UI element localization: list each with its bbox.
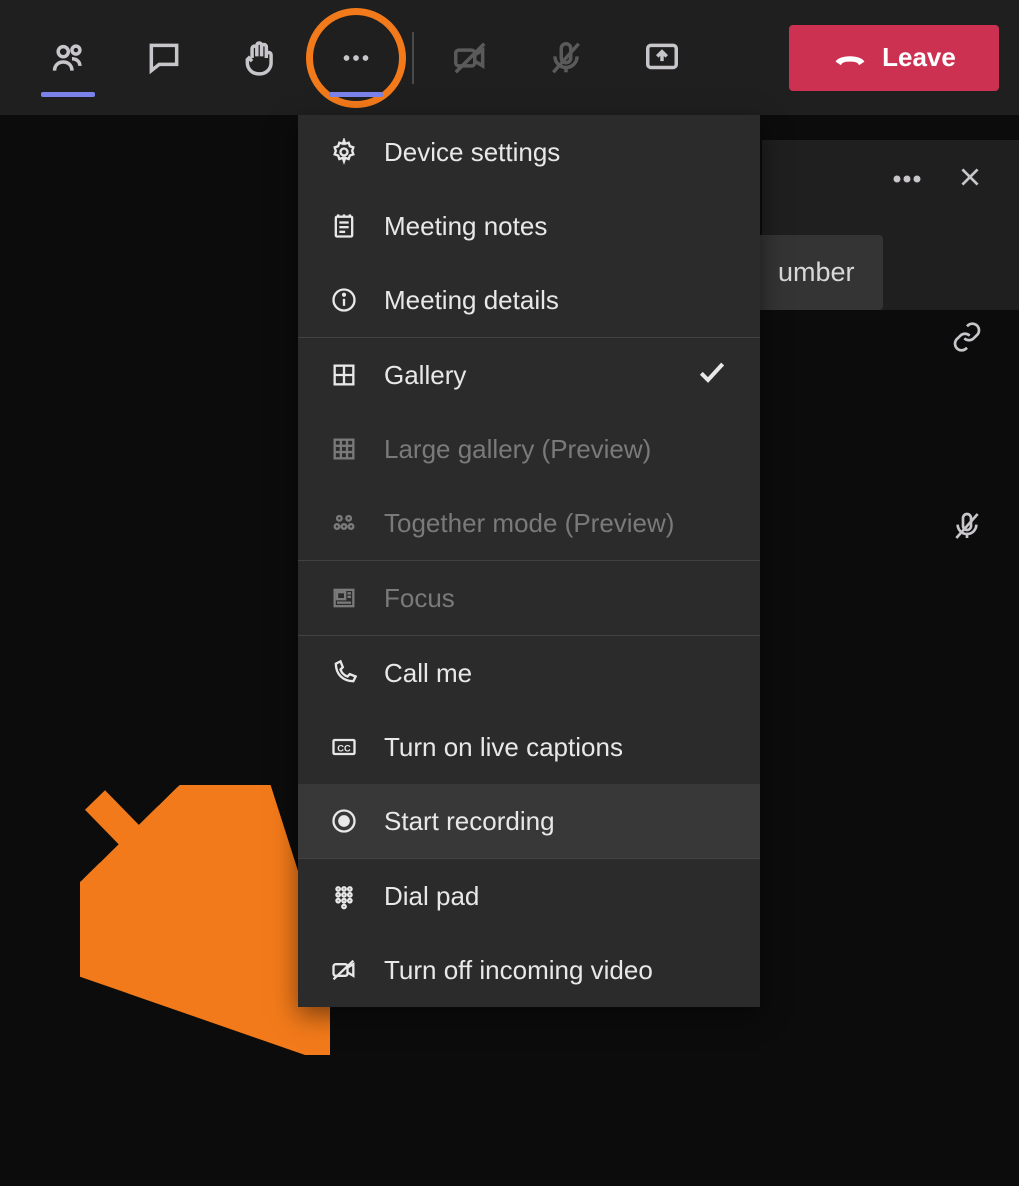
share-screen-button[interactable] (614, 0, 710, 115)
side-panel-header (762, 140, 1019, 207)
side-panel: umber (762, 140, 1019, 310)
menu-label: Call me (384, 658, 472, 689)
info-icon (330, 286, 358, 314)
menu-gallery[interactable]: Gallery (298, 338, 760, 412)
menu-label: Meeting details (384, 285, 559, 316)
partial-text[interactable]: umber (750, 235, 883, 310)
together-icon (330, 509, 358, 537)
menu-label: Turn off incoming video (384, 955, 653, 986)
close-icon[interactable] (957, 164, 983, 195)
menu-turn-off-incoming-video[interactable]: Turn off incoming video (298, 933, 760, 1007)
record-icon (330, 807, 358, 835)
svg-text:CC: CC (337, 744, 351, 754)
notes-icon (330, 212, 358, 240)
menu-label: Meeting notes (384, 211, 547, 242)
gallery-icon (330, 361, 358, 389)
menu-large-gallery: Large gallery (Preview) (298, 412, 760, 486)
more-actions-menu: Device settings Meeting notes Meeting de… (298, 115, 760, 1007)
leave-label: Leave (882, 42, 956, 73)
people-button[interactable] (20, 0, 116, 115)
dialpad-icon (330, 882, 358, 910)
menu-meeting-notes[interactable]: Meeting notes (298, 189, 760, 263)
cc-icon: CC (330, 733, 358, 761)
menu-label: Together mode (Preview) (384, 508, 674, 539)
menu-device-settings[interactable]: Device settings (298, 115, 760, 189)
leave-button[interactable]: Leave (789, 25, 999, 91)
mic-off-button[interactable] (518, 0, 614, 115)
menu-focus: Focus (298, 561, 760, 635)
participant-mic-muted-icon (951, 510, 983, 547)
menu-live-captions[interactable]: CC Turn on live captions (298, 710, 760, 784)
menu-label: Turn on live captions (384, 732, 623, 763)
menu-label: Dial pad (384, 881, 479, 912)
focus-icon (330, 584, 358, 612)
toolbar-divider (412, 32, 414, 84)
link-icon[interactable] (951, 321, 983, 358)
menu-together-mode: Together mode (Preview) (298, 486, 760, 560)
phone-icon (330, 659, 358, 687)
panel-more-icon[interactable] (893, 171, 921, 189)
menu-label: Focus (384, 583, 455, 614)
menu-start-recording[interactable]: Start recording (298, 784, 760, 858)
check-icon (696, 356, 728, 395)
large-gallery-icon (330, 435, 358, 463)
hangup-icon (832, 46, 868, 70)
menu-dial-pad[interactable]: Dial pad (298, 859, 760, 933)
menu-label: Large gallery (Preview) (384, 434, 651, 465)
chat-button[interactable] (116, 0, 212, 115)
gear-icon (330, 138, 358, 166)
menu-label: Device settings (384, 137, 560, 168)
video-off-icon (330, 956, 358, 984)
more-actions-button[interactable] (308, 0, 404, 115)
menu-label: Start recording (384, 806, 555, 837)
menu-label: Gallery (384, 360, 466, 391)
annotation-arrow (80, 785, 330, 1055)
meeting-toolbar: Leave (0, 0, 1019, 115)
menu-meeting-details[interactable]: Meeting details (298, 263, 760, 337)
menu-call-me[interactable]: Call me (298, 636, 760, 710)
camera-off-button[interactable] (422, 0, 518, 115)
raise-hand-button[interactable] (212, 0, 308, 115)
